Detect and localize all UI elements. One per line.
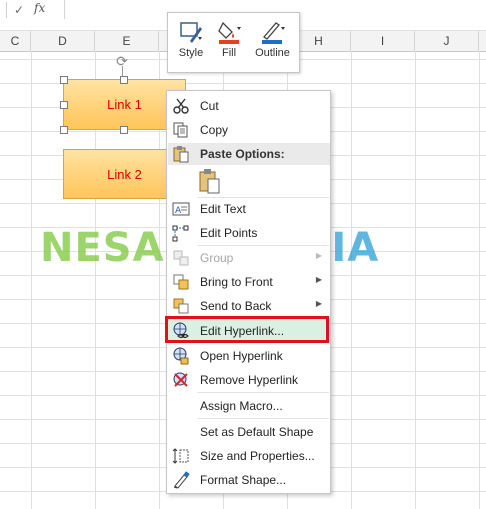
menu-separator bbox=[197, 418, 329, 419]
bring-to-front-icon bbox=[172, 273, 190, 291]
hyperlink-icon bbox=[172, 322, 190, 340]
mini-toolbar: Style Fill Outline bbox=[167, 12, 300, 73]
svg-text:A: A bbox=[175, 206, 182, 216]
size-properties-icon bbox=[172, 447, 190, 465]
menu-item-label: Open Hyperlink bbox=[200, 349, 283, 363]
resize-handle[interactable] bbox=[60, 76, 68, 84]
resize-handle[interactable] bbox=[120, 76, 128, 84]
menu-item-label: Paste Options: bbox=[200, 147, 285, 161]
column-header-d[interactable]: D bbox=[31, 31, 95, 51]
resize-handle[interactable] bbox=[60, 126, 68, 134]
menu-item-size-and-properties[interactable]: Size and Properties... bbox=[168, 444, 330, 467]
resize-handle[interactable] bbox=[120, 126, 128, 134]
shape-style-icon bbox=[174, 17, 208, 47]
column-header-j[interactable]: J bbox=[415, 31, 479, 51]
menu-item-edit-text[interactable]: A Edit Text bbox=[168, 197, 330, 220]
open-hyperlink-icon bbox=[172, 347, 190, 365]
menu-item-label: Group bbox=[200, 251, 234, 265]
edit-text-icon: A bbox=[172, 200, 190, 218]
menu-item-label: Edit Hyperlink... bbox=[200, 324, 285, 338]
copy-icon bbox=[172, 121, 190, 139]
menu-item-edit-points[interactable]: Edit Points bbox=[168, 221, 330, 244]
column-header-c[interactable]: C bbox=[0, 31, 31, 51]
menu-item-label: Edit Points bbox=[200, 226, 258, 240]
paste-option-button[interactable] bbox=[168, 166, 330, 196]
menu-item-label: Send to Back bbox=[200, 299, 272, 313]
menu-item-send-to-back[interactable]: Send to Back ▶ bbox=[168, 294, 330, 317]
shape-label: Link 1 bbox=[107, 97, 142, 112]
column-header-e[interactable]: E bbox=[95, 31, 159, 51]
send-to-back-icon bbox=[172, 297, 190, 315]
menu-item-format-shape[interactable]: Format Shape... bbox=[168, 468, 330, 491]
submenu-arrow-icon: ▶ bbox=[315, 275, 322, 284]
remove-hyperlink-icon bbox=[172, 371, 190, 389]
menu-item-label: Bring to Front bbox=[200, 275, 273, 289]
rotate-handle-icon[interactable]: ⟳ bbox=[116, 54, 128, 68]
scissors-icon bbox=[172, 97, 190, 115]
shape-label: Link 2 bbox=[107, 166, 142, 182]
menu-item-label: Assign Macro... bbox=[200, 399, 283, 413]
resize-handle[interactable] bbox=[60, 101, 68, 109]
style-label: Style bbox=[178, 47, 204, 59]
enter-check-icon[interactable]: ✓ bbox=[10, 1, 28, 19]
menu-item-label: Remove Hyperlink bbox=[200, 373, 299, 387]
menu-separator bbox=[197, 392, 329, 393]
menu-item-copy[interactable]: Copy bbox=[168, 118, 330, 141]
format-shape-icon bbox=[172, 471, 190, 489]
menu-item-set-default-shape[interactable]: Set as Default Shape bbox=[168, 420, 330, 443]
submenu-arrow-icon: ▶ bbox=[315, 299, 322, 308]
submenu-arrow-icon: ▶ bbox=[315, 251, 322, 260]
menu-item-assign-macro[interactable]: Assign Macro... bbox=[168, 394, 330, 417]
menu-item-label: Cut bbox=[200, 99, 219, 113]
context-menu: Cut Copy Paste Options: A Edit Text Edit… bbox=[166, 90, 331, 494]
group-icon bbox=[172, 249, 190, 267]
menu-item-cut[interactable]: Cut bbox=[168, 94, 330, 117]
paste-icon bbox=[172, 145, 190, 166]
outline-button[interactable]: Outline bbox=[250, 17, 295, 69]
clipboard-icon bbox=[199, 168, 221, 197]
style-button[interactable]: Style bbox=[174, 17, 208, 69]
menu-item-label: Copy bbox=[200, 123, 229, 137]
fill-button[interactable]: Fill bbox=[213, 17, 245, 69]
menu-item-label: Size and Properties... bbox=[200, 449, 315, 463]
paste-options-header: Paste Options: bbox=[168, 143, 330, 165]
menu-item-bring-to-front[interactable]: Bring to Front ▶ bbox=[168, 270, 330, 293]
formula-bar-separator bbox=[6, 2, 7, 18]
pen-outline-icon bbox=[250, 17, 295, 47]
outline-label: Outline bbox=[255, 47, 290, 59]
menu-item-remove-hyperlink[interactable]: Remove Hyperlink bbox=[168, 368, 330, 391]
menu-item-group[interactable]: Group ▶ bbox=[168, 246, 330, 269]
menu-item-open-hyperlink[interactable]: Open Hyperlink bbox=[168, 344, 330, 367]
insert-function-button[interactable]: fx bbox=[34, 1, 45, 15]
edit-points-icon bbox=[172, 224, 190, 242]
menu-item-label: Format Shape... bbox=[200, 473, 287, 487]
menu-item-edit-hyperlink[interactable]: Edit Hyperlink... bbox=[168, 319, 330, 342]
fill-label: Fill bbox=[221, 47, 237, 59]
column-header-i[interactable]: I bbox=[351, 31, 415, 51]
menu-item-label: Set as Default Shape bbox=[200, 425, 314, 439]
menu-item-label: Edit Text bbox=[200, 202, 246, 216]
paint-bucket-icon bbox=[213, 17, 245, 47]
